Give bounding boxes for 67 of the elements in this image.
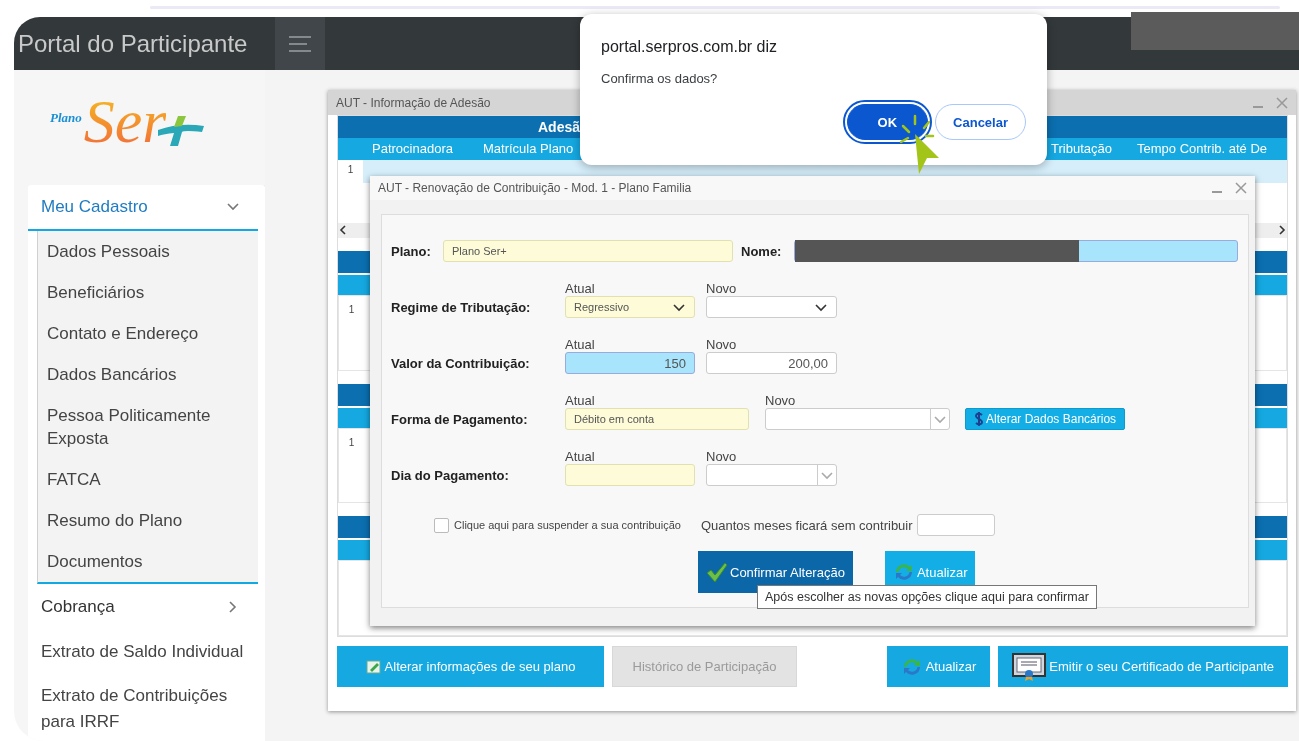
current-field[interactable]: Regressivo: [565, 296, 695, 318]
alert-message: Confirma os dados?: [601, 71, 719, 86]
sidebar-item[interactable]: Resumo do Plano: [38, 500, 258, 541]
checkbox-label[interactable]: Clique aqui para suspender a sua contribuição: [454, 519, 681, 531]
field-label: Valor da Contribuição:: [391, 355, 531, 373]
sidebar-item[interactable]: Documentos: [38, 541, 258, 582]
menu-button[interactable]: [275, 17, 325, 70]
app-title: Portal do Participante: [17, 29, 249, 58]
close-icon[interactable]: [1276, 96, 1288, 109]
field-label: Quantos meses ficará sem contribuir: [700, 517, 913, 533]
field-label: Regime de Tributação:: [391, 299, 532, 317]
current-field[interactable]: [565, 464, 695, 486]
current-label: Atual: [565, 282, 596, 296]
window-title: AUT - Informação de Adesão: [336, 95, 491, 110]
new-field[interactable]: [765, 408, 950, 430]
field-label: Forma de Pagamento:: [391, 411, 529, 429]
logo-prefix: Plano: [50, 110, 82, 126]
edit-icon: [365, 658, 382, 675]
sidebar-item[interactable]: Dados Bancários: [38, 354, 258, 395]
column-header: Patrocinadora: [372, 140, 454, 158]
checkbox[interactable]: [434, 517, 449, 533]
row-number: 1: [346, 163, 355, 177]
dialog-title: AUT - Renovação de Contribuição - Mod. 1 - Plano Familia: [378, 181, 692, 195]
new-field[interactable]: [706, 296, 837, 318]
sidebar-item[interactable]: Pessoa Politicamente Exposta: [38, 395, 258, 459]
current-field[interactable]: Débito em conta: [565, 408, 749, 430]
current-label: Atual: [565, 338, 596, 352]
name-field[interactable]: [794, 240, 1238, 262]
sidebar-item[interactable]: Beneficiários: [38, 272, 258, 313]
plan-field[interactable]: Plano Ser+: [443, 240, 733, 262]
chevron-down-icon: [814, 301, 828, 313]
dollar-icon: [974, 411, 984, 427]
field-label: Nome:: [741, 243, 783, 259]
field-label: Plano:: [391, 243, 432, 259]
current-label: Atual: [565, 394, 596, 408]
sidebar-item[interactable]: Extrato de Contribuições para IRRF: [28, 674, 264, 741]
certificate-icon: [1012, 652, 1047, 681]
column-header: Matrícula Plano: [483, 140, 575, 158]
sidebar-item[interactable]: Contato e Endereço: [38, 313, 258, 354]
new-label: Novo: [765, 394, 797, 408]
chevron-down-icon: [672, 301, 686, 313]
new-label: Novo: [706, 282, 738, 296]
column-header: Tempo Contrib. até De: [1137, 140, 1269, 158]
current-field[interactable]: 150: [565, 352, 695, 374]
row-number: 1: [347, 435, 356, 450]
column-header: Tributação: [1051, 140, 1113, 158]
chevron-down-icon: [933, 413, 947, 425]
menu-icon: [288, 34, 312, 53]
sidebar-item[interactable]: Extrato de Saldo Individual: [28, 630, 264, 674]
chevron-down-icon: [820, 469, 834, 481]
field-label: Dia do Pagamento:: [391, 467, 510, 485]
cancel-button[interactable]: Cancelar: [935, 104, 1026, 140]
tooltip: Após escolher as novas opções clique aqui para confirmar: [757, 585, 1097, 609]
alert-title: portal.serpros.com.br diz: [601, 38, 779, 56]
months-input[interactable]: [916, 514, 995, 536]
new-field[interactable]: 200,00: [706, 352, 837, 374]
sidebar-item[interactable]: FATCA: [38, 459, 258, 500]
close-icon[interactable]: [1235, 182, 1247, 194]
row-number: 1: [347, 302, 356, 317]
new-label: Novo: [706, 450, 738, 464]
scroll-left-icon[interactable]: [338, 224, 348, 237]
sidebar-group[interactable]: Cobrança: [28, 584, 258, 630]
sidebar-item[interactable]: Dados Pessoais: [38, 231, 258, 272]
scroll-right-icon[interactable]: [1277, 224, 1287, 237]
new-label: Novo: [706, 338, 738, 352]
current-label: Atual: [565, 450, 596, 464]
new-field[interactable]: [706, 464, 837, 486]
